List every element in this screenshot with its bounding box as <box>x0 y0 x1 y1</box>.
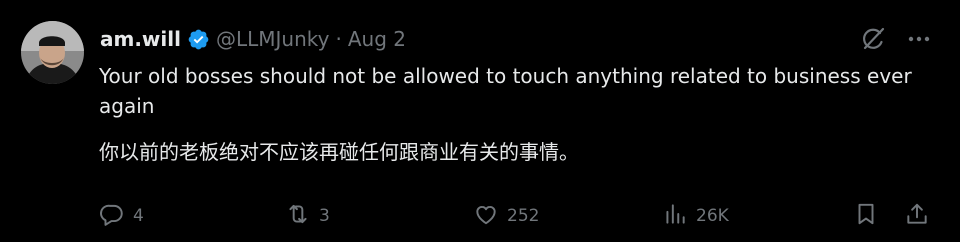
views-button[interactable]: 26K <box>662 202 729 230</box>
share-button[interactable] <box>904 202 930 230</box>
tweet-body: Your old bosses should not be allowed to… <box>99 61 919 167</box>
tweet-text-english: Your old bosses should not be allowed to… <box>99 64 912 118</box>
grok-icon[interactable] <box>860 26 886 52</box>
separator-dot: · <box>335 27 342 51</box>
tweet[interactable]: am.will @LLMJunky · Aug 2 Your old bosse… <box>0 0 960 242</box>
reply-count: 4 <box>133 206 144 226</box>
like-count: 252 <box>507 206 540 226</box>
repost-button[interactable]: 3 <box>285 202 330 230</box>
more-icon[interactable] <box>906 26 932 52</box>
header-actions <box>860 26 932 52</box>
share-icon <box>904 201 930 232</box>
post-date[interactable]: Aug 2 <box>348 27 406 51</box>
repost-icon <box>285 201 311 232</box>
bookmark-icon <box>853 201 879 232</box>
bookmark-button[interactable] <box>853 202 879 230</box>
reply-icon <box>99 201 125 232</box>
repost-count: 3 <box>319 206 330 226</box>
tweet-header: am.will @LLMJunky · Aug 2 <box>100 24 406 54</box>
reply-button[interactable]: 4 <box>99 202 144 230</box>
action-bar: 4 3 252 26K <box>99 202 932 230</box>
like-button[interactable]: 252 <box>473 202 539 230</box>
avatar[interactable] <box>21 21 84 84</box>
author-handle[interactable]: @LLMJunky <box>216 27 330 51</box>
views-count: 26K <box>696 206 729 226</box>
like-icon <box>473 201 499 232</box>
tweet-text-chinese: 你以前的老板绝对不应该再碰任何跟商业有关的事情。 <box>99 140 579 164</box>
author-name[interactable]: am.will <box>100 27 181 51</box>
verified-badge-icon <box>187 28 210 51</box>
views-icon <box>662 201 688 232</box>
